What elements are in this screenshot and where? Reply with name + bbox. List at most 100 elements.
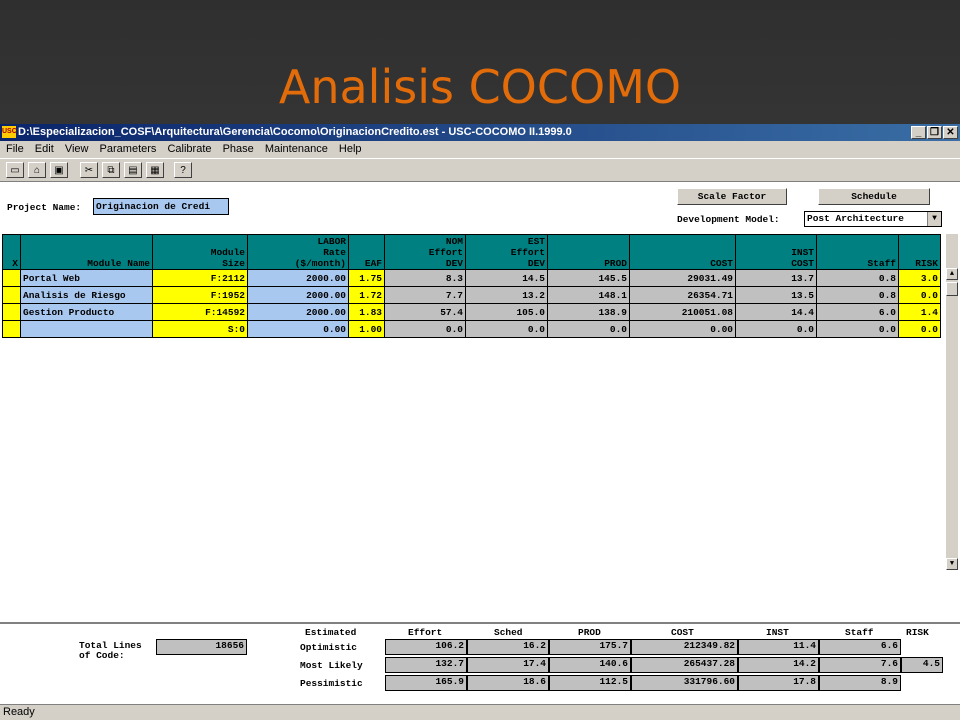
development-model-value: Post Architecture bbox=[807, 213, 904, 224]
eaf-cell[interactable]: 1.83 bbox=[348, 303, 385, 321]
module-name-cell[interactable]: Gestion Producto bbox=[20, 303, 153, 321]
module-name-cell[interactable]: Analisis de Riesgo bbox=[20, 286, 153, 304]
toolbar: ▭ ⌂ ▣ ✂ ⧉ ▤ ▦ ? bbox=[0, 158, 960, 182]
col-nom-effort[interactable]: NOM Effort DEV bbox=[384, 234, 466, 270]
nom-effort-cell: 7.7 bbox=[384, 286, 466, 304]
help-icon[interactable]: ? bbox=[174, 162, 192, 178]
prod-header: PROD bbox=[578, 627, 601, 638]
table-row: Portal Web F:2112 2000.00 1.75 8.3 14.5 … bbox=[2, 269, 941, 287]
row-select-cell[interactable] bbox=[2, 286, 21, 304]
estimated-header: Estimated bbox=[305, 627, 357, 638]
cut-icon[interactable]: ✂ bbox=[80, 162, 98, 178]
most-likely-sched: 17.4 bbox=[467, 657, 549, 673]
nom-effort-cell: 8.3 bbox=[384, 269, 466, 287]
menu-file[interactable]: File bbox=[6, 143, 24, 155]
eaf-cell[interactable]: 1.00 bbox=[348, 320, 385, 338]
col-module-size[interactable]: Module Size bbox=[152, 234, 248, 270]
menu-phase[interactable]: Phase bbox=[223, 143, 254, 155]
col-staff[interactable]: Staff bbox=[816, 234, 899, 270]
slide-title: Analisis COCOMO bbox=[278, 60, 682, 114]
col-prod[interactable]: PROD bbox=[547, 234, 630, 270]
module-size-cell[interactable]: F:14592 bbox=[152, 303, 248, 321]
module-name-cell[interactable] bbox=[20, 320, 153, 338]
col-eaf[interactable]: EAF bbox=[348, 234, 385, 270]
restore-icon[interactable]: ❐ bbox=[927, 126, 942, 139]
col-module-name[interactable]: Module Name bbox=[20, 234, 153, 270]
eaf-cell[interactable]: 1.75 bbox=[348, 269, 385, 287]
eaf-cell[interactable]: 1.72 bbox=[348, 286, 385, 304]
staff-cell: 6.0 bbox=[816, 303, 899, 321]
vertical-scrollbar[interactable]: ▲ ▼ bbox=[946, 234, 958, 570]
copy-icon[interactable]: ⧉ bbox=[102, 162, 120, 178]
pessimistic-inst: 17.8 bbox=[738, 675, 819, 691]
menu-edit[interactable]: Edit bbox=[35, 143, 54, 155]
labor-rate-cell[interactable]: 2000.00 bbox=[247, 269, 349, 287]
chevron-down-icon[interactable]: ▼ bbox=[927, 212, 941, 226]
save-icon[interactable]: ▣ bbox=[50, 162, 68, 178]
col-risk[interactable]: RISK bbox=[898, 234, 941, 270]
sched-header: Sched bbox=[494, 627, 523, 638]
close-icon[interactable]: ✕ bbox=[943, 126, 958, 139]
cost-header: COST bbox=[671, 627, 694, 638]
row-select-cell[interactable] bbox=[2, 320, 21, 338]
module-size-cell[interactable]: F:1952 bbox=[152, 286, 248, 304]
estimation-panel: Scale Factor Schedule Project Name: Orig… bbox=[0, 182, 960, 706]
table-row: Gestion Producto F:14592 2000.00 1.83 57… bbox=[2, 303, 941, 321]
row-select-cell[interactable] bbox=[2, 303, 21, 321]
new-file-icon[interactable]: ▭ bbox=[6, 162, 24, 178]
optimistic-inst: 11.4 bbox=[738, 639, 819, 655]
pessimistic-effort: 165.9 bbox=[385, 675, 467, 691]
cost-cell: 26354.71 bbox=[629, 286, 736, 304]
prod-cell: 0.0 bbox=[547, 320, 630, 338]
scroll-down-icon[interactable]: ▼ bbox=[946, 558, 958, 570]
total-loc-value: 18656 bbox=[156, 639, 247, 655]
prod-cell: 148.1 bbox=[547, 286, 630, 304]
development-model-select[interactable]: Post Architecture ▼ bbox=[804, 211, 942, 227]
paste-icon[interactable]: ▤ bbox=[124, 162, 142, 178]
risk-cell[interactable]: 1.4 bbox=[898, 303, 941, 321]
optimistic-effort: 106.2 bbox=[385, 639, 467, 655]
row-select-cell[interactable] bbox=[2, 269, 21, 287]
most-likely-inst: 14.2 bbox=[738, 657, 819, 673]
labor-rate-cell[interactable]: 0.00 bbox=[247, 320, 349, 338]
scale-factor-button[interactable]: Scale Factor bbox=[677, 188, 787, 205]
inst-cost-cell: 14.4 bbox=[735, 303, 817, 321]
col-est-effort[interactable]: EST Effort DEV bbox=[465, 234, 548, 270]
risk-cell[interactable]: 3.0 bbox=[898, 269, 941, 287]
col-inst-cost[interactable]: INST COST bbox=[735, 234, 817, 270]
scroll-thumb[interactable] bbox=[946, 282, 958, 296]
cocomo-window: USC D:\Especializacion_COSF\Arquitectura… bbox=[0, 124, 960, 720]
scroll-up-icon[interactable]: ▲ bbox=[946, 268, 958, 280]
window-titlebar[interactable]: USC D:\Especializacion_COSF\Arquitectura… bbox=[0, 124, 960, 141]
col-labor-rate[interactable]: LABOR Rate ($/month) bbox=[247, 234, 349, 270]
usc-app-icon[interactable]: USC bbox=[2, 126, 17, 138]
menu-maintenance[interactable]: Maintenance bbox=[265, 143, 328, 155]
schedule-button[interactable]: Schedule bbox=[818, 188, 930, 205]
open-folder-icon[interactable]: ⌂ bbox=[28, 162, 46, 178]
labor-rate-cell[interactable]: 2000.00 bbox=[247, 286, 349, 304]
col-x[interactable]: X bbox=[2, 234, 21, 270]
pessimistic-staff: 8.9 bbox=[819, 675, 901, 691]
module-size-cell[interactable]: S:0 bbox=[152, 320, 248, 338]
module-name-cell[interactable]: Portal Web bbox=[20, 269, 153, 287]
staff-header: Staff bbox=[845, 627, 874, 638]
menu-calibrate[interactable]: Calibrate bbox=[167, 143, 211, 155]
menu-view[interactable]: View bbox=[65, 143, 89, 155]
calculator-icon[interactable]: ▦ bbox=[146, 162, 164, 178]
risk-cell[interactable]: 0.0 bbox=[898, 286, 941, 304]
minimize-icon[interactable]: _ bbox=[911, 126, 926, 139]
col-cost[interactable]: COST bbox=[629, 234, 736, 270]
project-name-input[interactable]: Originacion de Credi bbox=[93, 198, 229, 215]
most-likely-cost: 265437.28 bbox=[631, 657, 738, 673]
risk-cell[interactable]: 0.0 bbox=[898, 320, 941, 338]
menu-help[interactable]: Help bbox=[339, 143, 362, 155]
most-likely-prod: 140.6 bbox=[549, 657, 631, 673]
optimistic-staff: 6.6 bbox=[819, 639, 901, 655]
module-size-cell[interactable]: F:2112 bbox=[152, 269, 248, 287]
menu-parameters[interactable]: Parameters bbox=[100, 143, 157, 155]
labor-rate-cell[interactable]: 2000.00 bbox=[247, 303, 349, 321]
cost-cell: 210051.08 bbox=[629, 303, 736, 321]
inst-header: INST bbox=[766, 627, 789, 638]
inst-cost-cell: 13.5 bbox=[735, 286, 817, 304]
nom-effort-cell: 57.4 bbox=[384, 303, 466, 321]
